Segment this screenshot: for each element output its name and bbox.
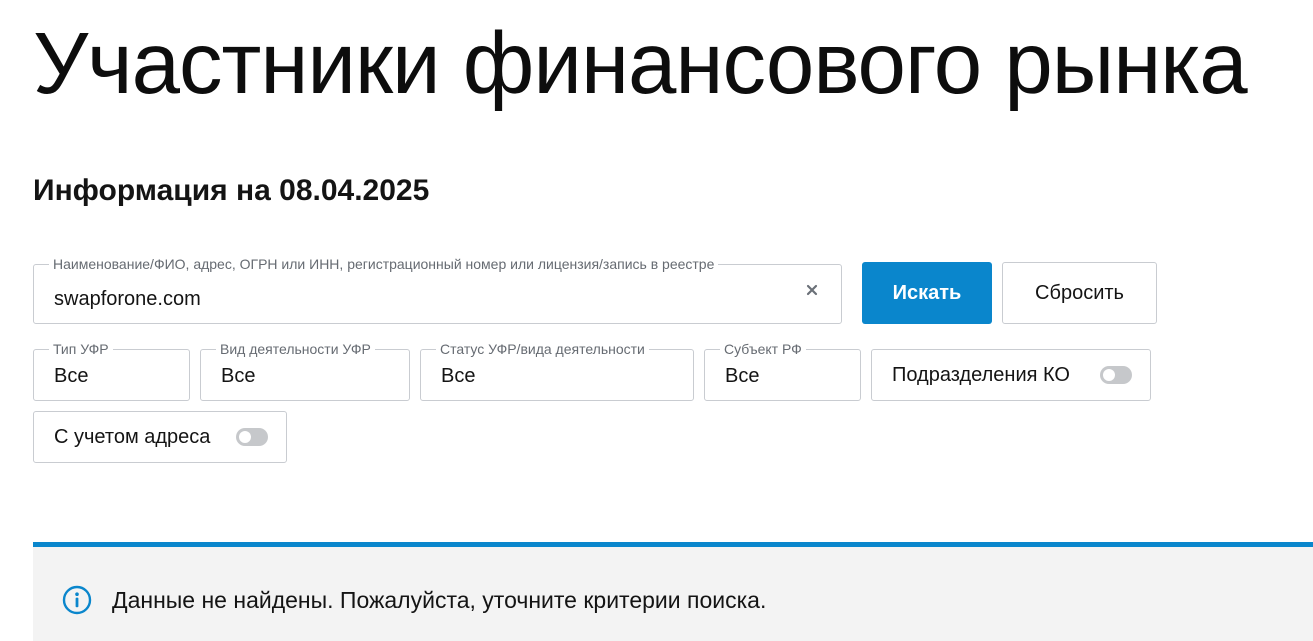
toggle-knob bbox=[239, 431, 251, 443]
filter-region-legend: Субъект РФ bbox=[720, 341, 806, 357]
filter-type-value: Все bbox=[54, 365, 89, 387]
search-input[interactable]: swapforone.com bbox=[54, 287, 201, 311]
address-toggle[interactable]: С учетом адреса bbox=[33, 411, 287, 463]
search-field-legend: Наименование/ФИО, адрес, ОГРН или ИНН, р… bbox=[49, 256, 719, 272]
info-icon bbox=[62, 585, 92, 615]
notice-text: Данные не найдены. Пожалуйста, уточните … bbox=[112, 587, 767, 613]
divisions-toggle-switch[interactable] bbox=[1100, 366, 1132, 384]
filter-type-select[interactable]: Тип УФР Все bbox=[33, 341, 190, 401]
filter-activity-legend: Вид деятельности УФР bbox=[216, 341, 375, 357]
filter-region-value: Все bbox=[725, 365, 760, 387]
filter-status-legend: Статус УФР/вида деятельности bbox=[436, 341, 649, 357]
search-button[interactable]: Искать bbox=[862, 262, 992, 324]
filter-type-legend: Тип УФР bbox=[49, 341, 113, 357]
page-title: Участники финансового рынка bbox=[33, 15, 1248, 112]
address-toggle-label: С учетом адреса bbox=[54, 426, 211, 448]
filter-status-select[interactable]: Статус УФР/вида деятельности Все bbox=[420, 341, 694, 401]
divisions-toggle[interactable]: Подразделения КО bbox=[871, 349, 1151, 401]
filter-region-select[interactable]: Субъект РФ Все bbox=[704, 341, 861, 401]
reset-button[interactable]: Сбросить bbox=[1002, 262, 1157, 324]
close-icon[interactable] bbox=[805, 283, 819, 297]
filter-activity-select[interactable]: Вид деятельности УФР Все bbox=[200, 341, 410, 401]
filter-status-value: Все bbox=[441, 365, 476, 387]
address-toggle-switch[interactable] bbox=[236, 428, 268, 446]
info-date-heading: Информация на 08.04.2025 bbox=[33, 174, 430, 207]
no-results-notice: Данные не найдены. Пожалуйста, уточните … bbox=[33, 542, 1313, 641]
filter-activity-value: Все bbox=[221, 365, 256, 387]
divisions-toggle-label: Подразделения КО bbox=[892, 364, 1070, 386]
toggle-knob bbox=[1103, 369, 1115, 381]
search-field[interactable]: Наименование/ФИО, адрес, ОГРН или ИНН, р… bbox=[33, 256, 842, 324]
